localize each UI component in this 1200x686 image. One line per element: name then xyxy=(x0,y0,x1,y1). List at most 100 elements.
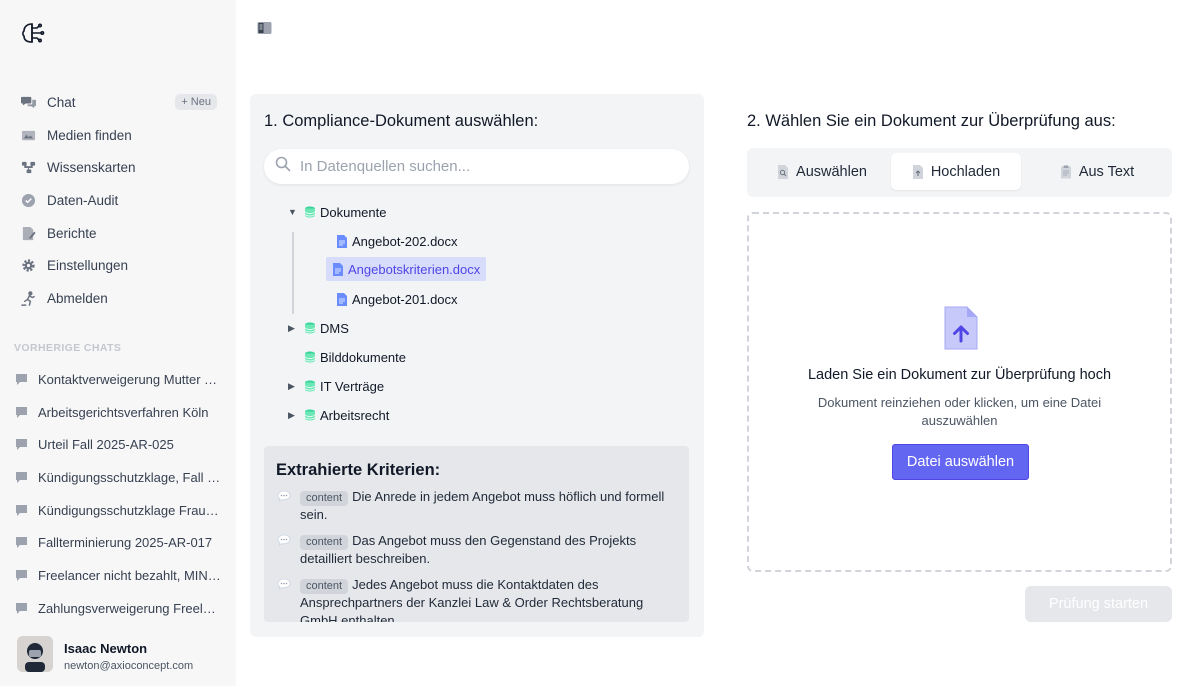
dropzone-title: Laden Sie ein Dokument zur Überprüfung h… xyxy=(807,367,1112,383)
report-icon xyxy=(20,225,36,241)
app-logo-icon[interactable] xyxy=(20,20,46,46)
nav-label-berichte: Berichte xyxy=(47,225,97,241)
tree-node-it-vertraege[interactable]: ▶ IT Verträge xyxy=(288,375,384,397)
caret-right-icon: ▶ xyxy=(288,322,295,333)
chat-bubble-icon xyxy=(15,373,28,386)
main-nav: Chat + Neu Medien finden Wissenskarten D… xyxy=(0,86,236,315)
document-icon xyxy=(337,234,347,248)
check-badge-icon xyxy=(20,192,36,208)
speech-bubble-icon xyxy=(277,534,291,546)
chat-bubble-icon xyxy=(15,536,28,549)
nav-label-medien: Medien finden xyxy=(47,127,132,143)
media-icon xyxy=(20,127,36,143)
tab-auswaehlen[interactable]: Auswählen xyxy=(752,153,892,190)
upload-file-icon xyxy=(944,306,978,350)
chat-bubble-icon xyxy=(15,471,28,484)
history-section-label: VORHERIGE CHATS xyxy=(14,342,122,354)
avatar xyxy=(17,636,53,672)
nav-item-abmelden[interactable]: Abmelden xyxy=(0,282,236,315)
file-upload-icon xyxy=(912,164,923,179)
nav-label-chat: Chat xyxy=(47,94,76,110)
nav-label-wissenskarten: Wissenskarten xyxy=(47,160,136,176)
tree-node-dms[interactable]: ▶ DMS xyxy=(288,317,349,339)
nav-item-berichte[interactable]: Berichte xyxy=(0,217,236,250)
gear-icon xyxy=(20,258,36,274)
history-item[interactable]: Arbeitsgerichtsverfahren Köln xyxy=(0,396,236,429)
history-item[interactable]: Freelancer nicht bezahlt, MINDEST xyxy=(0,559,236,592)
database-icon xyxy=(304,409,316,421)
sidebar: Chat + Neu Medien finden Wissenskarten D… xyxy=(0,0,236,686)
caret-right-icon: ▶ xyxy=(288,380,295,391)
compliance-panel: 1. Compliance-Dokument auswählen: ▼ Doku… xyxy=(250,94,704,637)
tree-file-angebotskriterien[interactable]: Angebotskriterien.docx xyxy=(326,257,487,281)
tab-hochladen[interactable]: Hochladen xyxy=(891,153,1021,190)
upload-dropzone[interactable]: Laden Sie ein Dokument zur Überprüfung h… xyxy=(747,212,1172,572)
start-review-button[interactable]: Prüfung starten xyxy=(1025,586,1172,622)
chat-bubble-icon xyxy=(15,438,28,451)
file-search-icon xyxy=(778,164,789,179)
criteria-title: Extrahierte Kriterien: xyxy=(276,461,441,479)
criteria-item: content Das Angebot muss den Gegenstand d… xyxy=(276,532,681,568)
graph-icon xyxy=(20,160,36,176)
criteria-item: content Die Anrede in jedem Angebot muss … xyxy=(276,488,681,524)
new-chat-button[interactable]: + Neu xyxy=(175,94,217,111)
chat-bubble-icon xyxy=(15,504,28,517)
history-item[interactable]: Fallterminierung 2025-AR-017 xyxy=(0,526,236,559)
history-item[interactable]: Kontaktverweigerung Mutter Tochter xyxy=(0,363,236,396)
source-tabs: Auswählen Hochladen Aus Text xyxy=(747,148,1172,197)
nav-item-wissenskarten[interactable]: Wissenskarten xyxy=(0,151,236,184)
nav-item-daten-audit[interactable]: Daten-Audit xyxy=(0,184,236,217)
history-item[interactable]: Kündigungsschutzklage Frau Müller xyxy=(0,494,236,527)
speech-bubble-icon xyxy=(277,490,291,502)
tree-guide-line xyxy=(292,232,294,314)
criteria-list: content Die Anrede in jedem Angebot muss … xyxy=(276,488,681,622)
nav-item-medien[interactable]: Medien finden xyxy=(0,119,236,152)
user-profile[interactable]: Isaac Newton newton@axioconcept.com xyxy=(17,636,193,672)
caret-down-icon: ▼ xyxy=(288,207,297,217)
speech-bubble-icon xyxy=(277,578,291,590)
user-email: newton@axioconcept.com xyxy=(64,660,194,672)
search-icon xyxy=(275,156,300,177)
tree-node-dokumente[interactable]: ▼ Dokumente xyxy=(288,201,386,223)
logout-icon xyxy=(20,290,36,306)
tree-node-arbeitsrecht[interactable]: ▶ Arbeitsrecht xyxy=(288,404,389,426)
select-file-button[interactable]: Datei auswählen xyxy=(892,444,1029,480)
content-tag: content xyxy=(300,491,349,506)
review-title: 2. Wählen Sie ein Dokument zur Überprüfu… xyxy=(747,112,1116,130)
document-icon xyxy=(337,292,347,306)
dropzone-subtitle: Dokument reinziehen oder klicken, um ein… xyxy=(817,395,1102,428)
database-icon xyxy=(304,322,316,334)
user-name: Isaac Newton xyxy=(64,641,148,656)
history-item[interactable]: Urteil Fall 2025-AR-025 xyxy=(0,428,236,461)
search-input[interactable] xyxy=(300,158,680,175)
nav-label-einstellungen: Einstellungen xyxy=(47,258,129,274)
content-tag: content xyxy=(300,579,349,594)
chat-history: Kontaktverweigerung Mutter Tochter Arbei… xyxy=(0,363,236,625)
compliance-title: 1. Compliance-Dokument auswählen: xyxy=(264,112,539,130)
nav-item-chat[interactable]: Chat + Neu xyxy=(0,86,236,119)
caret-right-icon: ▶ xyxy=(288,409,295,420)
nav-item-einstellungen[interactable]: Einstellungen xyxy=(0,249,236,282)
database-icon xyxy=(304,206,316,218)
tree-node-bilddokumente[interactable]: Bilddokumente xyxy=(304,346,406,368)
database-icon xyxy=(304,351,316,363)
document-icon xyxy=(333,262,343,276)
clipboard-icon xyxy=(1060,165,1071,178)
tab-aus-text[interactable]: Aus Text xyxy=(1027,153,1167,190)
chat-bubble-icon xyxy=(15,602,28,615)
tree-file-angebot-201[interactable]: Angebot-201.docx xyxy=(336,288,458,310)
datasource-search[interactable] xyxy=(264,149,689,184)
criteria-item: content Jedes Angebot muss die Kontaktdat… xyxy=(276,576,681,622)
chat-bubble-icon xyxy=(15,406,28,419)
history-item[interactable]: Zahlungsverweigerung Freelancer xyxy=(0,592,236,625)
database-icon xyxy=(304,380,316,392)
nav-label-daten-audit: Daten-Audit xyxy=(47,192,119,208)
content-tag: content xyxy=(300,535,349,550)
nav-label-abmelden: Abmelden xyxy=(47,290,108,306)
extracted-criteria: Extrahierte Kriterien: content Die Anrede… xyxy=(264,446,689,622)
tree-file-angebot-202[interactable]: Angebot-202.docx xyxy=(336,230,458,252)
chat-icon xyxy=(20,94,36,110)
history-item[interactable]: Kündigungsschutzklage, Fall 2025 xyxy=(0,461,236,494)
sidebar-toggle-icon[interactable] xyxy=(257,21,272,35)
chat-bubble-icon xyxy=(15,569,28,582)
